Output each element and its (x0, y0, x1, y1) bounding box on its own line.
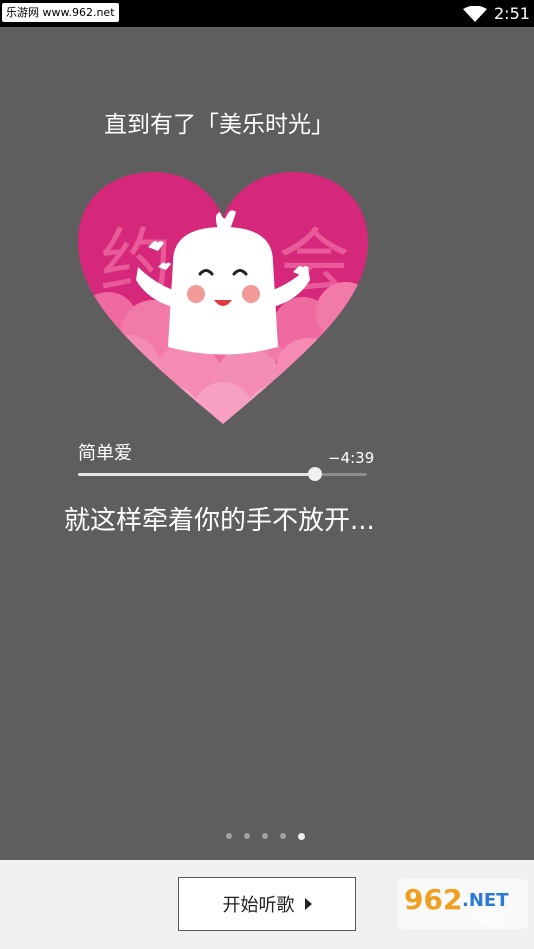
page-dot (262, 833, 268, 839)
page-dot (298, 833, 305, 840)
heart-illustration: 约 会 (78, 172, 368, 424)
page-headline: 直到有了「美乐时光」 (104, 112, 334, 138)
logo-suffix: .NET (462, 890, 509, 911)
time-remaining: −4:39 (328, 449, 375, 467)
logo-sub: 乐游网 (468, 913, 504, 927)
site-logo: 962 .NET 乐游网 (398, 879, 528, 929)
page-dot (244, 833, 250, 839)
status-bar: 乐游网 www.962.net 2:51 (0, 0, 534, 27)
onboarding-page[interactable]: 直到有了「美乐时光」 约 会 简单爱 −4:39 就这样牵着你的手不放开... (0, 27, 534, 860)
page-dot (280, 833, 286, 839)
wifi-icon (463, 6, 487, 22)
site-watermark: 乐游网 www.962.net (2, 3, 119, 22)
status-clock: 2:51 (494, 4, 530, 23)
logo-brand: 962 (404, 883, 462, 916)
start-listening-button[interactable]: 开始听歌 (178, 877, 356, 931)
bottom-bar: 开始听歌 962 .NET 乐游网 (0, 860, 534, 949)
lyric-line: 就这样牵着你的手不放开... (64, 506, 375, 536)
play-arrow-icon (304, 898, 312, 910)
page-indicator (226, 833, 310, 841)
start-button-label: 开始听歌 (222, 895, 295, 916)
progress-thumb[interactable] (307, 467, 322, 481)
progress-bar[interactable] (78, 467, 367, 481)
progress-fill (78, 473, 315, 476)
page-dot (226, 833, 232, 839)
song-title: 简单爱 (78, 443, 132, 464)
